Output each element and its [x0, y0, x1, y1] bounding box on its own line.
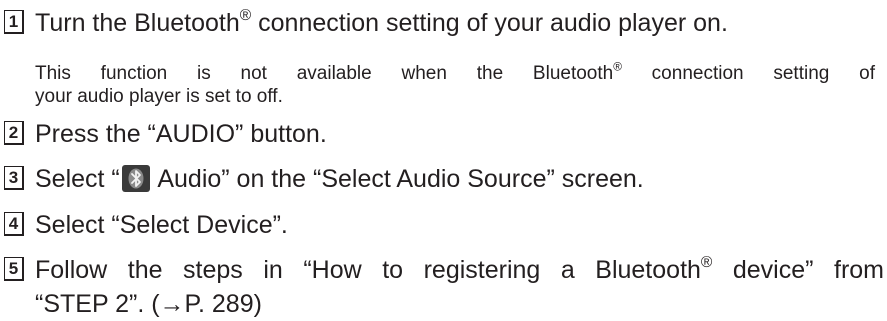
registered-mark: ®: [239, 6, 252, 24]
step-number: 5: [4, 257, 24, 281]
registered-mark: ®: [700, 253, 713, 271]
step-text: Select “ Audio” on the “Select Audio Sou…: [35, 165, 644, 193]
note-text: This function is not available when the …: [35, 60, 875, 107]
step-number: 1: [4, 10, 24, 34]
bluetooth-audio-icon: [121, 165, 150, 192]
registered-mark: ®: [613, 60, 622, 74]
step-text: Select “Select Device”.: [35, 211, 288, 239]
step-number: 4: [4, 212, 24, 236]
step-text: Follow the steps in “How to registering …: [35, 253, 884, 318]
step-text: Press the “AUDIO” button.: [35, 120, 327, 148]
step-number: 3: [4, 166, 24, 190]
step-text: Turn the Bluetooth® connection setting o…: [35, 6, 728, 37]
step-number: 2: [4, 121, 24, 145]
